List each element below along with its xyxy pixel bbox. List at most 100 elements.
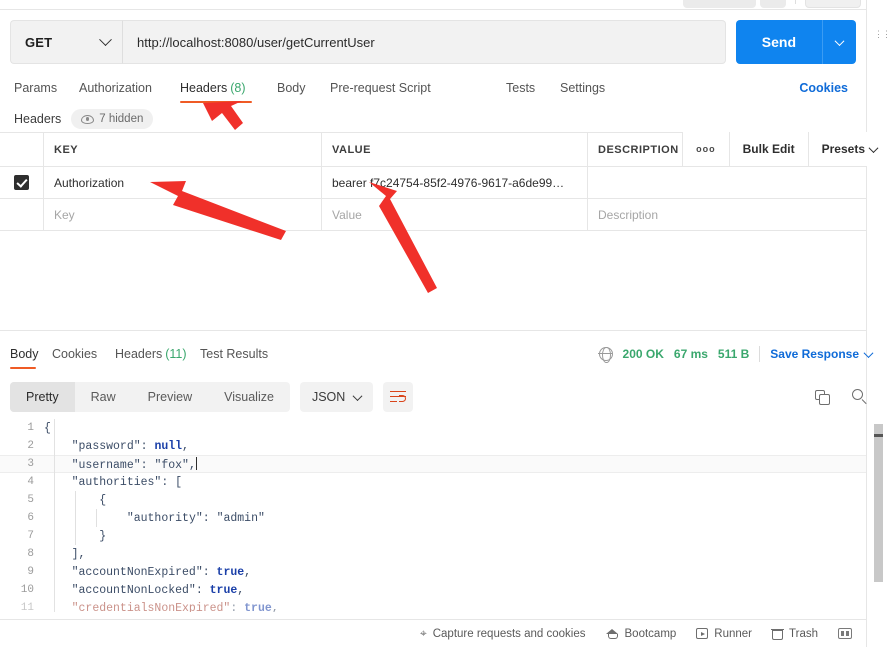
line-content: { — [44, 421, 51, 435]
hidden-headers-badge[interactable]: 7 hidden — [71, 109, 154, 129]
view-mode-preview[interactable]: Preview — [132, 382, 208, 412]
tab-tests[interactable]: Tests — [506, 72, 535, 104]
line-content: "authorities": [ — [71, 475, 183, 489]
line-content: "credentialsNonExpired": true, — [71, 601, 279, 613]
response-time: 67 ms — [673, 347, 708, 361]
line-number: 1 — [27, 422, 34, 434]
rail-collapse-icon[interactable]: ⋮⋮ — [874, 28, 890, 40]
request-url-bar: GET http://localhost:8080/user/getCurren… — [10, 20, 856, 64]
more-options-button[interactable]: ooo — [682, 132, 729, 166]
row-value-input[interactable]: bearer f7c24754-85f2-4976-9617-a6de99… — [322, 167, 588, 198]
response-tab-headers[interactable]: Headers (11) — [115, 339, 187, 369]
tab-authorization[interactable]: Authorization — [79, 72, 152, 104]
tab-count: (8) — [230, 81, 246, 95]
line-number: 5 — [27, 494, 34, 506]
code-gutter-divider — [54, 419, 55, 612]
empty-row-checkbox-cell — [0, 199, 44, 230]
layout-toggle-button[interactable] — [838, 628, 852, 639]
tab-body[interactable]: Body — [277, 72, 306, 104]
new-description-input[interactable]: Description — [588, 199, 866, 230]
column-header-key: KEY — [44, 133, 322, 166]
chevron-down-icon — [352, 390, 363, 401]
row-description-input[interactable] — [588, 167, 866, 198]
column-header-value: VALUE — [322, 133, 588, 166]
code-line: 10 "accountNonLocked": true, — [0, 581, 866, 599]
presets-dropdown[interactable]: Presets — [807, 132, 890, 166]
tab-label: Cookies — [52, 347, 98, 361]
row-enabled-checkbox[interactable] — [14, 175, 29, 190]
line-number: 6 — [27, 512, 34, 524]
search-icon[interactable] — [852, 389, 868, 405]
table-row-empty: Key Value Description — [0, 199, 866, 231]
send-button[interactable]: Send — [735, 20, 822, 64]
top-ghost-control-2 — [760, 0, 786, 8]
request-url-input[interactable]: http://localhost:8080/user/getCurrentUse… — [122, 20, 726, 64]
save-response-button[interactable]: Save Response — [770, 347, 874, 361]
response-tab-body[interactable]: Body — [10, 339, 39, 369]
response-format-label: JSON — [311, 390, 346, 404]
trash-button[interactable]: Trash — [771, 627, 818, 640]
code-line-active: 3 "username": "fox", — [0, 455, 866, 473]
top-ghost-control-1 — [683, 0, 756, 8]
code-scrollbar[interactable] — [874, 424, 883, 582]
active-tab-indicator — [180, 101, 252, 103]
http-method-dropdown[interactable]: GET — [10, 20, 122, 64]
response-size: 511 B — [717, 347, 750, 361]
chevron-down-icon — [868, 142, 879, 153]
code-line: 11 "credentialsNonExpired": true, — [0, 599, 866, 613]
chevron-down-icon — [863, 347, 874, 358]
code-line: 6 "authority": "admin" — [0, 509, 866, 527]
line-content: "username": "fox", — [71, 456, 197, 472]
trash-label: Trash — [789, 627, 818, 640]
row-key-input[interactable]: Authorization — [44, 167, 322, 198]
send-options-dropdown[interactable] — [822, 20, 856, 64]
line-number: 7 — [27, 530, 34, 542]
request-url-text: http://localhost:8080/user/getCurrentUse… — [137, 34, 375, 50]
row-key-text: Authorization — [54, 175, 125, 190]
line-content: ], — [44, 547, 86, 561]
view-mode-raw[interactable]: Raw — [75, 382, 132, 412]
new-key-input[interactable]: Key — [44, 199, 322, 230]
runner-button[interactable]: Runner — [696, 628, 752, 640]
word-wrap-toggle[interactable] — [383, 382, 414, 412]
response-tab-test-results[interactable]: Test Results — [200, 339, 268, 369]
view-mode-visualize[interactable]: Visualize — [208, 382, 290, 412]
new-value-input[interactable]: Value — [322, 199, 588, 230]
line-number: 3 — [27, 458, 34, 470]
code-line: 5 { — [0, 491, 866, 509]
word-wrap-icon — [390, 391, 407, 403]
tab-params[interactable]: Params — [14, 72, 57, 104]
save-response-label: Save Response — [770, 347, 859, 361]
request-tab-bar: Params Authorization Headers (8) Body Pr… — [0, 72, 866, 104]
chevron-down-icon — [99, 32, 112, 46]
line-number: 4 — [27, 476, 34, 488]
line-number: 10 — [20, 584, 34, 596]
tab-headers[interactable]: Headers (8) — [180, 72, 246, 104]
text-cursor — [195, 456, 197, 470]
cookies-link[interactable]: Cookies — [799, 72, 848, 104]
line-content: "accountNonLocked": true, — [71, 583, 245, 597]
tab-settings[interactable]: Settings — [560, 72, 605, 104]
response-body-code[interactable]: 1 { 2 "password": null, 3 "username": "f… — [0, 419, 866, 612]
tab-pre-request-script[interactable]: Pre-request Script — [330, 72, 431, 104]
code-line: 9 "accountNonExpired": true, — [0, 563, 866, 581]
code-line: 1 { — [0, 419, 866, 437]
bootcamp-button[interactable]: Bootcamp — [605, 628, 676, 640]
chevron-down-icon — [834, 35, 845, 46]
runner-icon — [696, 628, 709, 639]
bulk-edit-button[interactable]: Bulk Edit — [728, 132, 808, 166]
tab-count: (11) — [165, 347, 187, 361]
view-mode-pretty[interactable]: Pretty — [10, 382, 75, 412]
eye-icon — [81, 114, 95, 124]
capture-requests-button[interactable]: ⌖ Capture requests and cookies — [420, 626, 586, 641]
response-tab-cookies[interactable]: Cookies — [52, 339, 97, 369]
ellipsis-icon: ooo — [696, 144, 716, 154]
tab-label: Test Results — [200, 347, 269, 361]
line-content: "password": null, — [71, 439, 189, 453]
response-body-tools — [815, 375, 868, 419]
line-content: "authority": "admin" — [126, 511, 265, 525]
table-header-actions: ooo Bulk Edit Presets — [682, 132, 890, 166]
capture-icon: ⌖ — [419, 626, 427, 640]
response-format-dropdown[interactable]: JSON — [299, 382, 374, 412]
copy-icon[interactable] — [815, 389, 830, 405]
